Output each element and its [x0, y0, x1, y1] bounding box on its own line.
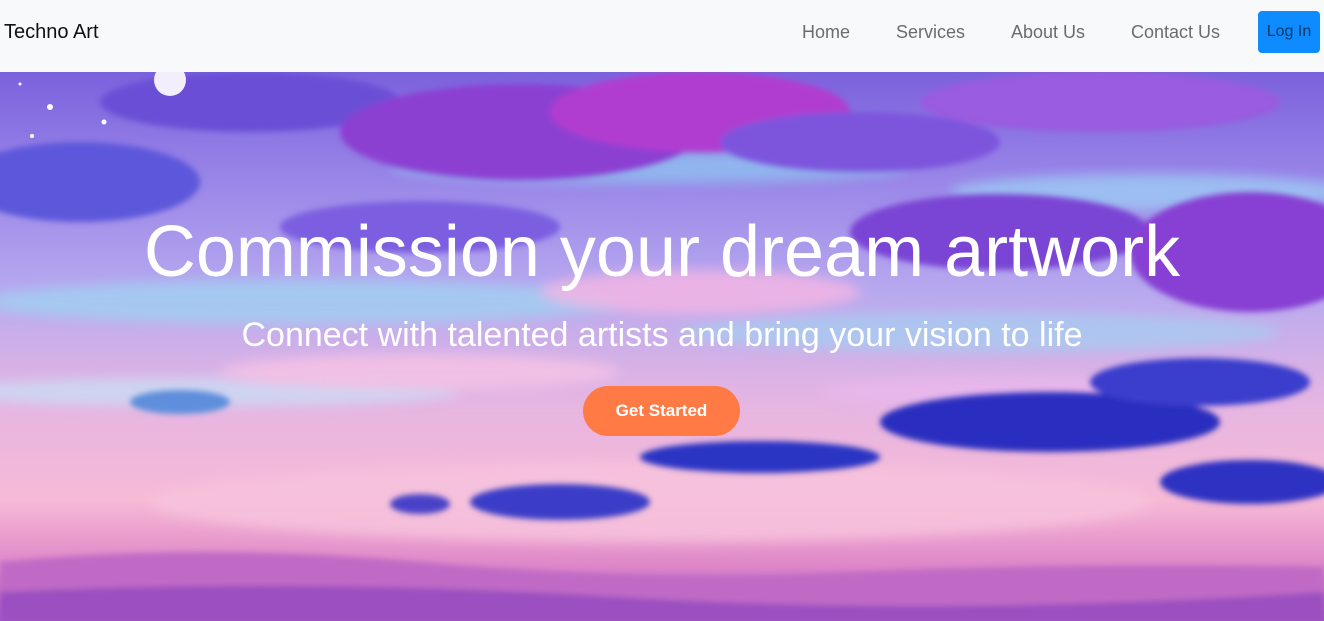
login-button[interactable]: Log In — [1258, 11, 1320, 53]
hero-title: Commission your dream artwork — [143, 212, 1181, 292]
nav-links: Home Services About Us Contact Us — [0, 20, 1324, 44]
nav-link-contact-us[interactable]: Contact Us — [1131, 20, 1220, 44]
nav-link-home[interactable]: Home — [802, 20, 850, 44]
nav-link-services[interactable]: Services — [896, 20, 965, 44]
get-started-button[interactable]: Get Started — [583, 386, 740, 436]
hero-section: Commission your dream artwork Connect wi… — [0, 72, 1324, 621]
hero-subtitle: Connect with talented artists and bring … — [241, 316, 1083, 354]
nav-link-about-us[interactable]: About Us — [1011, 20, 1085, 44]
navbar: Techno Art Home Services About Us Contac… — [0, 0, 1324, 72]
